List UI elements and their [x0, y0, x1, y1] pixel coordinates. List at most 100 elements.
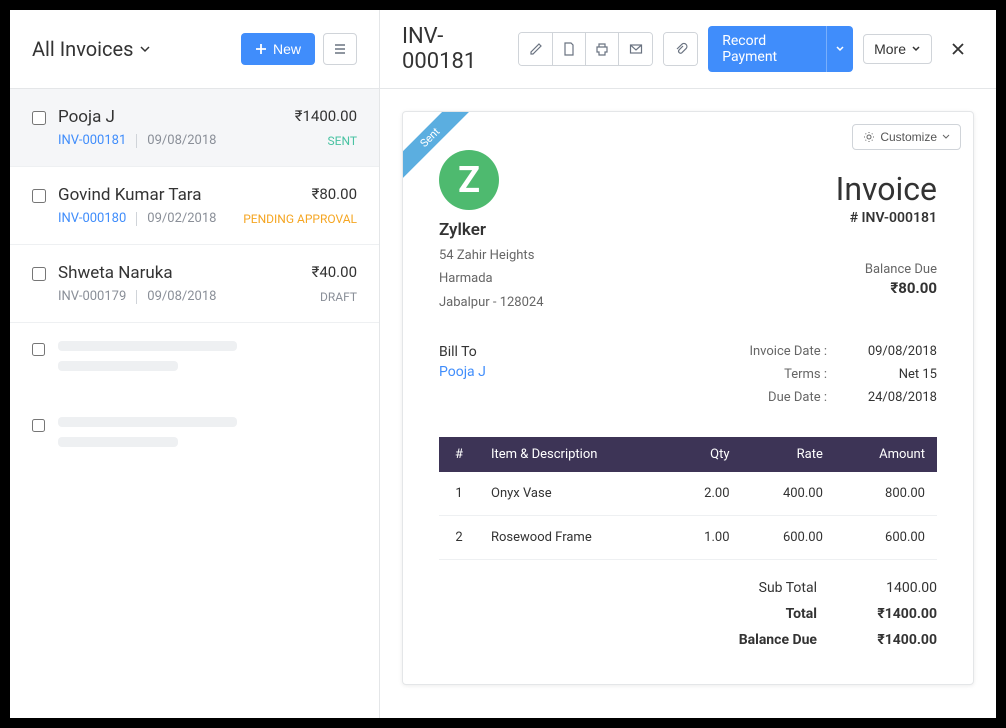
cell-desc: Rosewood Frame	[479, 516, 669, 560]
icon-group-main	[518, 32, 653, 66]
menu-button[interactable]	[323, 33, 357, 65]
divider	[136, 290, 137, 304]
cell-num: 2	[439, 516, 479, 560]
mail-icon	[629, 42, 643, 56]
more-button[interactable]: More	[863, 34, 932, 64]
status-ribbon-text: Sent	[403, 112, 476, 183]
icon-group-attach	[663, 32, 698, 66]
header: All Invoices New INV-000181	[10, 10, 996, 89]
cell-amount: 800.00	[835, 472, 937, 516]
balance-due-block: Balance Due ₹80.00	[836, 262, 937, 297]
meta-value: 24/08/2018	[857, 390, 937, 405]
list-skeleton	[10, 323, 379, 399]
company-address: 54 Zahir Heights Harmada Jabalpur - 1280…	[439, 244, 544, 314]
address-line: 54 Zahir Heights	[439, 244, 544, 267]
invoice-card: Sent Customize Z Zylker 54 Zahir Heights	[402, 111, 974, 685]
chevron-down-icon	[139, 43, 151, 55]
totals-row: Balance Due ₹1400.00	[439, 632, 937, 648]
close-button[interactable]	[942, 37, 974, 61]
th-item: Item & Description	[479, 437, 669, 472]
meta-row: Invoice Date : 09/08/2018	[727, 344, 937, 359]
attach-button[interactable]	[664, 33, 697, 65]
table-row: 1 Onyx Vase 2.00 400.00 800.00	[439, 472, 937, 516]
invoice-number: # INV-000181	[836, 210, 937, 226]
page-title-text: All Invoices	[32, 37, 133, 61]
print-button[interactable]	[586, 33, 619, 65]
header-left: All Invoices New	[10, 10, 380, 88]
document-icon	[562, 42, 576, 56]
balance-amount: ₹80.00	[836, 279, 937, 297]
th-amount: Amount	[835, 437, 937, 472]
totals-label: Total	[697, 606, 817, 622]
new-button[interactable]: New	[241, 33, 315, 65]
meta-value: 09/08/2018	[857, 344, 937, 359]
address-line: Harmada	[439, 267, 544, 290]
meta-row: Due Date : 24/08/2018	[727, 390, 937, 405]
totals-row: Total ₹1400.00	[439, 606, 937, 622]
pdf-button[interactable]	[553, 33, 586, 65]
caret-down-icon	[911, 44, 921, 54]
list-status: SENT	[328, 134, 358, 148]
mail-button[interactable]	[619, 33, 652, 65]
th-rate: Rate	[742, 437, 835, 472]
list-status: DRAFT	[320, 290, 357, 304]
list-status: PENDING APPROVAL	[243, 212, 357, 226]
list-skeleton	[10, 399, 379, 475]
invoice-detail: Sent Customize Z Zylker 54 Zahir Heights	[380, 89, 996, 718]
list-invoice-no: INV-000179	[58, 289, 126, 304]
balance-label: Balance Due	[836, 262, 937, 277]
totals-label: Balance Due	[697, 632, 817, 648]
list-customer: Shweta Naruka	[58, 263, 173, 283]
company-name: Zylker	[439, 220, 544, 240]
checkbox[interactable]	[32, 267, 46, 281]
cell-desc: Onyx Vase	[479, 472, 669, 516]
meta-row: Terms : Net 15	[727, 367, 937, 382]
table-row: 2 Rosewood Frame 1.00 600.00 600.00	[439, 516, 937, 560]
invoice-totals: Sub Total 1400.00 Total ₹1400.00 Balance…	[439, 580, 937, 648]
new-button-label: New	[273, 41, 301, 57]
hamburger-icon	[333, 42, 347, 56]
header-right: INV-000181	[380, 10, 996, 88]
page-title-dropdown[interactable]: All Invoices	[32, 37, 151, 61]
meta-label: Due Date :	[727, 390, 827, 405]
billto-label: Bill To	[439, 344, 486, 360]
customize-button[interactable]: Customize	[852, 124, 961, 150]
paperclip-icon	[674, 42, 688, 56]
totals-value: ₹1400.00	[857, 606, 937, 622]
billto-name[interactable]: Pooja J	[439, 364, 486, 380]
invoice-right: Invoice # INV-000181 Balance Due ₹80.00	[836, 150, 937, 314]
cell-rate: 600.00	[742, 516, 835, 560]
list-date: 09/02/2018	[147, 211, 216, 226]
address-line: Jabalpur - 128024	[439, 291, 544, 314]
pencil-icon	[529, 42, 543, 56]
totals-value: ₹1400.00	[857, 632, 937, 648]
checkbox[interactable]	[32, 111, 46, 125]
cell-qty: 2.00	[669, 472, 741, 516]
checkbox[interactable]	[32, 189, 46, 203]
billto-section: Bill To Pooja J Invoice Date : 09/08/201…	[439, 344, 937, 413]
more-label: More	[874, 41, 906, 57]
app-container: All Invoices New INV-000181	[10, 10, 996, 718]
record-payment-caret[interactable]	[826, 26, 853, 72]
list-item[interactable]: Shweta Naruka ₹40.00 INV-000179 09/08/20…	[10, 245, 379, 323]
edit-button[interactable]	[519, 33, 552, 65]
record-payment-button[interactable]: Record Payment	[708, 26, 853, 72]
totals-row: Sub Total 1400.00	[439, 580, 937, 596]
billto-left: Bill To Pooja J	[439, 344, 486, 413]
list-customer: Govind Kumar Tara	[58, 185, 202, 205]
checkbox[interactable]	[32, 419, 45, 432]
list-item[interactable]: Pooja J ₹1400.00 INV-000181 09/08/2018 S…	[10, 89, 379, 167]
list-item[interactable]: Govind Kumar Tara ₹80.00 INV-000180 09/0…	[10, 167, 379, 245]
divider	[136, 134, 137, 148]
divider	[136, 212, 137, 226]
meta-label: Terms :	[727, 367, 827, 382]
list-date: 09/08/2018	[147, 289, 216, 304]
header-left-actions: New	[241, 33, 357, 65]
cell-qty: 1.00	[669, 516, 741, 560]
caret-down-icon	[942, 133, 950, 141]
checkbox[interactable]	[32, 343, 45, 356]
content: Pooja J ₹1400.00 INV-000181 09/08/2018 S…	[10, 89, 996, 718]
cell-rate: 400.00	[742, 472, 835, 516]
line-items-table: # Item & Description Qty Rate Amount 1 O…	[439, 437, 937, 560]
invoice-doc-title: Invoice	[836, 170, 937, 208]
